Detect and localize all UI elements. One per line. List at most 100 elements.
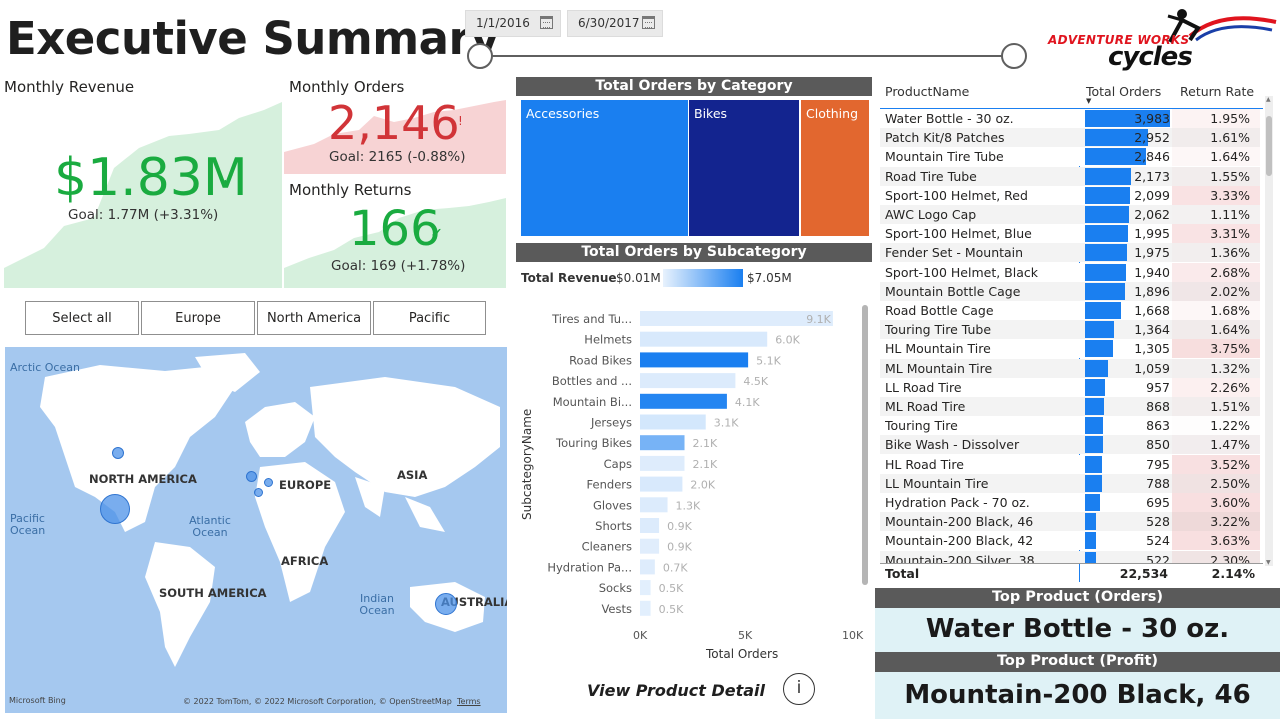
return-rate-cell: 3.75%: [1210, 341, 1250, 357]
bar-value-label: 4.1K: [735, 396, 760, 409]
bar-mark[interactable]: [640, 580, 651, 596]
bar-mark[interactable]: [640, 497, 668, 513]
bar-mark[interactable]: [640, 373, 736, 389]
world-land-shapes: [40, 353, 500, 667]
table-row[interactable]: Sport-100 Helmet, Red 2,099 3.33%: [880, 185, 1260, 205]
table-row[interactable]: Sport-100 Helmet, Blue 1,995 3.31%: [880, 224, 1260, 244]
end-date-input[interactable]: 6/30/2017: [567, 10, 663, 37]
subcategory-bar-chart[interactable]: Tires and Tu... 9.1K Helmets 6.0K Road Bikes…: [520, 300, 865, 630]
bar-value-label: 1.3K: [676, 499, 701, 512]
table-row[interactable]: Hydration Pack - 70 oz. 695 3.60%: [880, 493, 1260, 512]
orders-data-bar: [1085, 263, 1127, 281]
region-north-america-button[interactable]: North America: [257, 301, 371, 335]
revenue-kpi-title: Monthly Revenue: [4, 78, 135, 96]
table-row[interactable]: AWC Logo Cap 2,062 1.11%: [880, 205, 1260, 224]
table-row[interactable]: LL Mountain Tire 788 2.50%: [880, 473, 1260, 493]
view-product-detail-button[interactable]: View Product Detail: [587, 681, 765, 700]
bar-mark[interactable]: [640, 538, 660, 554]
map-bubble-germany[interactable]: [264, 478, 273, 487]
bar-mark[interactable]: [640, 393, 727, 409]
col-header-product[interactable]: ProductName: [885, 84, 969, 99]
bar-mark[interactable]: [640, 435, 685, 451]
map-bubble-united-states[interactable]: [100, 494, 130, 524]
treemap-label: Clothing: [806, 106, 859, 121]
table-row[interactable]: HL Road Tire 795 3.52%: [880, 454, 1260, 474]
table-row[interactable]: ML Mountain Tire 1,059 1.32%: [880, 358, 1260, 378]
date-slider-end-handle[interactable]: [1001, 43, 1027, 69]
bar-mark[interactable]: [640, 352, 749, 368]
return-rate-cell: 1.11%: [1210, 207, 1250, 222]
bar-mark[interactable]: [640, 311, 833, 326]
orders-data-bar: [1085, 398, 1104, 415]
table-row[interactable]: Touring Tire 863 1.22%: [880, 416, 1260, 436]
table-row[interactable]: Bike Wash - Dissolver 850 1.47%: [880, 435, 1260, 455]
bar-mark[interactable]: [640, 518, 660, 533]
product-name-cell: Sport-100 Helmet, Black: [885, 264, 1038, 280]
map-terms-link[interactable]: Terms: [457, 697, 481, 706]
date-slider-start-handle[interactable]: [467, 43, 493, 69]
map-bubble-france[interactable]: [254, 488, 263, 497]
start-date-input[interactable]: 1/1/2016: [465, 10, 561, 37]
bar-mark[interactable]: [640, 600, 651, 616]
total-orders-cell: 695: [1146, 495, 1170, 510]
date-slider-track[interactable]: [480, 55, 1014, 57]
orders-data-bar: [1085, 167, 1132, 185]
map-bubble-united-kingdom[interactable]: [246, 471, 257, 482]
table-row[interactable]: Mountain-200 Black, 46 528 3.22%: [880, 512, 1260, 532]
orders-data-bar: [1085, 340, 1113, 358]
total-orders-cell: 1,995: [1134, 226, 1170, 242]
product-table-body[interactable]: Water Bottle - 30 oz. 3,983 1.95% Patch Kit…: [880, 109, 1263, 563]
bar-mark[interactable]: [640, 331, 768, 347]
table-row[interactable]: Mountain-200 Black, 42 524 3.63%: [880, 531, 1260, 551]
return-rate-cell: 3.63%: [1210, 533, 1250, 549]
bar-mark[interactable]: [640, 414, 706, 430]
table-row[interactable]: Fender Set - Mountain 1,975 1.36%: [880, 243, 1260, 263]
table-row[interactable]: Touring Tire Tube 1,364 1.64%: [880, 320, 1260, 340]
sort-desc-icon[interactable]: ▼: [1086, 97, 1091, 105]
region-europe-button[interactable]: Europe: [141, 301, 255, 335]
bar-value-label: 0.5K: [659, 603, 684, 616]
top-product-orders-title: Top Product (Orders): [875, 588, 1280, 608]
table-row[interactable]: Mountain Tire Tube 2,846 1.64%: [880, 147, 1260, 167]
total-orders-cell: 1,059: [1134, 360, 1170, 376]
treemap-cell-clothing[interactable]: Clothing: [801, 100, 869, 236]
bar-category-label: Fenders: [587, 478, 632, 492]
table-row[interactable]: Mountain Bottle Cage 1,896 2.02%: [880, 281, 1260, 301]
product-name-cell: Mountain-200 Silver, 38: [885, 552, 1035, 563]
table-row[interactable]: Patch Kit/8 Patches 2,952 1.61%: [880, 128, 1260, 148]
table-row[interactable]: Water Bottle - 30 oz. 3,983 1.95%: [880, 109, 1260, 128]
info-icon[interactable]: i: [783, 673, 815, 705]
table-row[interactable]: Mountain-200 Silver, 38 522 2.30%: [880, 550, 1260, 563]
bar-category-label: Shorts: [595, 519, 632, 533]
map-bubble-canada[interactable]: [112, 447, 124, 459]
table-row[interactable]: Road Bottle Cage 1,668 1.68%: [880, 301, 1260, 320]
chart-scrollbar[interactable]: [862, 305, 868, 585]
treemap-cell-accessories[interactable]: Accessories: [521, 100, 688, 236]
return-rate-cell: 1.64%: [1210, 322, 1250, 338]
check-icon: ✓: [222, 170, 236, 189]
total-divider: [880, 563, 1263, 564]
orders-data-bar: [1085, 474, 1102, 492]
col-header-orders[interactable]: Total Orders: [1086, 84, 1161, 99]
calendar-icon[interactable]: [642, 16, 655, 29]
region-select-all-button[interactable]: Select all: [25, 301, 139, 335]
bar-mark[interactable]: [640, 455, 685, 471]
treemap-cell-bikes[interactable]: Bikes: [689, 100, 799, 236]
table-row[interactable]: ML Road Tire 868 1.51%: [880, 397, 1260, 416]
table-row[interactable]: Sport-100 Helmet, Black 1,940 2.68%: [880, 262, 1260, 282]
orders-kpi-title: Monthly Orders: [289, 78, 405, 96]
map-bubble-australia[interactable]: [435, 593, 457, 615]
product-name-cell: Road Bottle Cage: [885, 303, 994, 318]
table-row[interactable]: HL Mountain Tire 1,305 3.75%: [880, 339, 1260, 359]
x-axis-tick: 0K: [633, 629, 648, 642]
page-title: Executive Summary: [6, 12, 500, 65]
table-row[interactable]: Road Tire Tube 2,173 1.55%: [880, 166, 1260, 186]
table-row[interactable]: LL Road Tire 957 2.26%: [880, 377, 1260, 397]
region-pacific-button[interactable]: Pacific: [373, 301, 486, 335]
col-header-return-rate[interactable]: Return Rate: [1180, 84, 1254, 99]
calendar-icon[interactable]: [540, 16, 553, 29]
table-scrollbar[interactable]: ▲ ▼: [1265, 96, 1273, 566]
bar-mark[interactable]: [640, 559, 655, 575]
sales-map[interactable]: Arctic Ocean Pacific Ocean Atlantic Ocea…: [5, 347, 507, 713]
bar-mark[interactable]: [640, 476, 683, 492]
